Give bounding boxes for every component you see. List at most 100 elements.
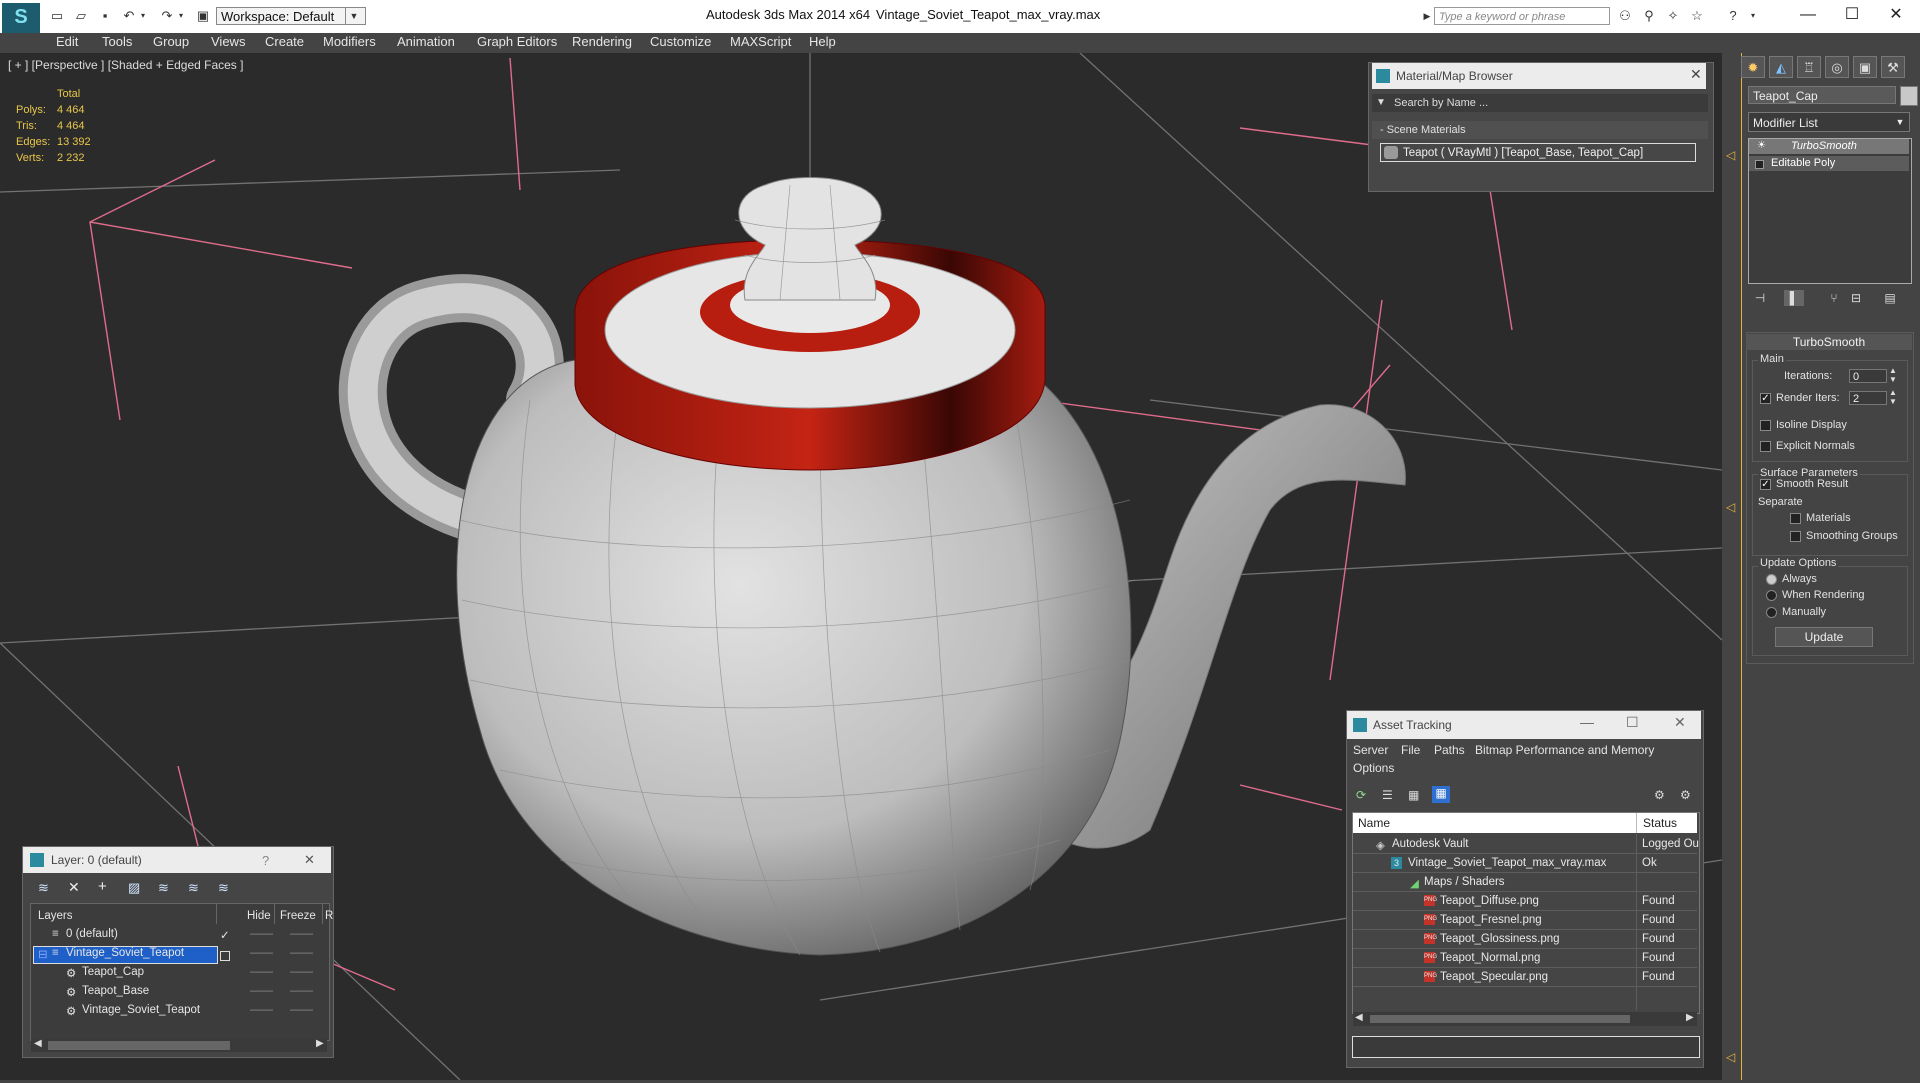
viewport-label[interactable]: [ + ] [Perspective ] [Shaded + Edged Fac…	[8, 58, 243, 72]
panel-expand-arrow-icon[interactable]: ◁	[1726, 1050, 1735, 1064]
make-unique-icon[interactable]: ⑂	[1824, 290, 1844, 306]
show-end-result-icon[interactable]: ▌	[1784, 290, 1804, 306]
explicit-normals-checkbox[interactable]	[1760, 441, 1771, 452]
utilities-tab-icon[interactable]: ⚒	[1881, 56, 1905, 78]
hide-toggle[interactable]: ——	[250, 966, 273, 978]
hide-toggle[interactable]: ——	[250, 947, 273, 959]
column-status[interactable]: Status	[1643, 816, 1677, 830]
hide-all-icon[interactable]: ≋	[218, 880, 229, 896]
column-layers[interactable]: Layers	[38, 910, 73, 922]
material-search-input[interactable]: Search by Name ...	[1372, 94, 1708, 112]
freeze-toggle[interactable]: ——	[290, 985, 313, 997]
maximize-button[interactable]: ☐	[1832, 4, 1872, 26]
menu-modifiers[interactable]: Modifiers	[323, 34, 376, 49]
asset-name[interactable]: Vintage_Soviet_Teapot_max_vray.max	[1408, 857, 1606, 869]
hierarchy-tab-icon[interactable]: ♖	[1797, 56, 1821, 78]
chevron-down-icon[interactable]: ▼	[1892, 113, 1908, 131]
menu-tools[interactable]: Tools	[102, 34, 132, 49]
pin-stack-icon[interactable]: ⊣	[1750, 290, 1770, 306]
column-freeze[interactable]: Freeze	[280, 910, 316, 922]
menu-bitmap-performance[interactable]: Bitmap Performance and Memory	[1475, 743, 1654, 757]
chevron-down-icon[interactable]: ▼	[345, 7, 362, 25]
star-icon[interactable]: ☆	[1688, 8, 1706, 24]
column-name[interactable]: Name	[1358, 816, 1390, 830]
asset-tracking-title[interactable]: Asset Tracking	[1347, 711, 1701, 739]
asset-path-field[interactable]	[1352, 1036, 1700, 1058]
open-file-icon[interactable]: ▱	[72, 8, 90, 24]
object-name-field[interactable]: Teapot_Cap	[1748, 86, 1896, 104]
menu-animation[interactable]: Animation	[397, 34, 455, 49]
manually-radio[interactable]	[1766, 607, 1777, 618]
minimize-button[interactable]: —	[1788, 4, 1828, 26]
refresh-icon[interactable]: ⟳	[1356, 788, 1366, 802]
layer-explorer-title[interactable]: Layer: 0 (default)	[23, 847, 331, 873]
scrollbar-thumb[interactable]	[1370, 1015, 1630, 1023]
binoculars-icon[interactable]: ⚇	[1616, 8, 1634, 24]
layer-object-row[interactable]: Teapot_Base	[82, 985, 149, 997]
maximize-icon[interactable]: ☐	[1626, 714, 1639, 731]
asset-name[interactable]: Maps / Shaders	[1424, 876, 1505, 888]
table-view-icon[interactable]: ▦	[1432, 786, 1450, 803]
menu-help[interactable]: Help	[809, 34, 836, 49]
scroll-right-icon[interactable]: ▶	[1686, 1012, 1694, 1023]
scene-materials-section[interactable]: - Scene Materials	[1372, 121, 1708, 139]
delete-layer-icon[interactable]: ✕	[68, 879, 80, 896]
rollout-title[interactable]: TurboSmooth	[1746, 334, 1912, 350]
menu-views[interactable]: Views	[211, 34, 245, 49]
modifier-list-dropdown[interactable]: Modifier List	[1748, 112, 1910, 132]
collapse-icon[interactable]: ⊟	[38, 947, 48, 961]
asset-name[interactable]: Teapot_Specular.png	[1440, 971, 1548, 983]
freeze-toggle[interactable]: ——	[290, 966, 313, 978]
new-file-icon[interactable]: ▭	[48, 8, 66, 24]
expand-icon[interactable]	[1755, 160, 1764, 169]
search-options-icon[interactable]: ▼	[1376, 97, 1386, 108]
close-icon[interactable]: ✕	[1674, 714, 1686, 731]
create-tab-icon[interactable]: ✹	[1741, 56, 1765, 78]
menu-group[interactable]: Group	[153, 34, 189, 49]
spinner-arrows-icon[interactable]: ▲ ▼	[1889, 388, 1897, 406]
menu-customize[interactable]: Customize	[650, 34, 711, 49]
stack-item-editable-poly[interactable]: Editable Poly	[1749, 156, 1909, 171]
redo-dropdown-icon[interactable]: ▾	[176, 8, 186, 24]
when-rendering-radio[interactable]	[1766, 590, 1777, 601]
update-button[interactable]: Update	[1775, 627, 1873, 647]
iterations-spinner[interactable]: 0	[1849, 369, 1887, 383]
render-iters-spinner[interactable]: 2	[1849, 391, 1887, 405]
menu-file[interactable]: File	[1401, 743, 1420, 757]
hide-toggle[interactable]: ——	[250, 985, 273, 997]
layer-row[interactable]: Vintage_Soviet_Teapot	[66, 947, 184, 959]
material-browser-title[interactable]: Material/Map Browser	[1372, 63, 1706, 89]
close-icon[interactable]: ✕	[1690, 66, 1702, 83]
layer-tool-icon[interactable]: ≋	[38, 880, 49, 896]
redo-icon[interactable]: ↷	[158, 8, 176, 24]
panel-expand-arrow-icon[interactable]: ◁	[1726, 148, 1735, 162]
highlight-layer-icon[interactable]: ≋	[188, 880, 199, 896]
menu-rendering[interactable]: Rendering	[572, 34, 632, 49]
add-layer-icon[interactable]: +	[98, 878, 107, 895]
settings-icon[interactable]: ⚙	[1680, 788, 1691, 802]
undo-icon[interactable]: ↶	[120, 8, 138, 24]
modify-tab-icon[interactable]: ◭	[1769, 56, 1793, 78]
add-selection-icon[interactable]: ▨	[128, 880, 140, 896]
isoline-display-checkbox[interactable]	[1760, 420, 1771, 431]
app-menu-icon[interactable]: S	[2, 3, 40, 33]
render-iters-checkbox[interactable]: ✓	[1760, 393, 1771, 404]
spinner-arrows-icon[interactable]: ▲ ▼	[1889, 366, 1897, 384]
layer-row[interactable]: 0 (default)	[66, 928, 118, 940]
scroll-left-icon[interactable]: ◀	[34, 1038, 42, 1049]
smoothing-groups-checkbox[interactable]	[1790, 531, 1801, 542]
workspace-dropdown[interactable]: Workspace: Default	[216, 7, 366, 25]
help-dropdown-icon[interactable]: ▾	[1744, 8, 1762, 24]
bulb-icon[interactable]: ☀	[1757, 140, 1766, 151]
asset-name[interactable]: Teapot_Normal.png	[1440, 952, 1540, 964]
asset-name[interactable]: Teapot_Glossiness.png	[1440, 933, 1560, 945]
list-view-icon[interactable]: ☰	[1382, 788, 1393, 802]
menu-server[interactable]: Server	[1353, 743, 1388, 757]
display-tab-icon[interactable]: ▣	[1853, 56, 1877, 78]
column-render[interactable]: R	[325, 910, 333, 922]
minimize-icon[interactable]: —	[1580, 714, 1594, 730]
save-icon[interactable]: ▪	[96, 8, 114, 24]
freeze-toggle[interactable]: ——	[290, 928, 313, 940]
close-button[interactable]: ✕	[1876, 4, 1916, 26]
asset-name[interactable]: Teapot_Diffuse.png	[1440, 895, 1539, 907]
